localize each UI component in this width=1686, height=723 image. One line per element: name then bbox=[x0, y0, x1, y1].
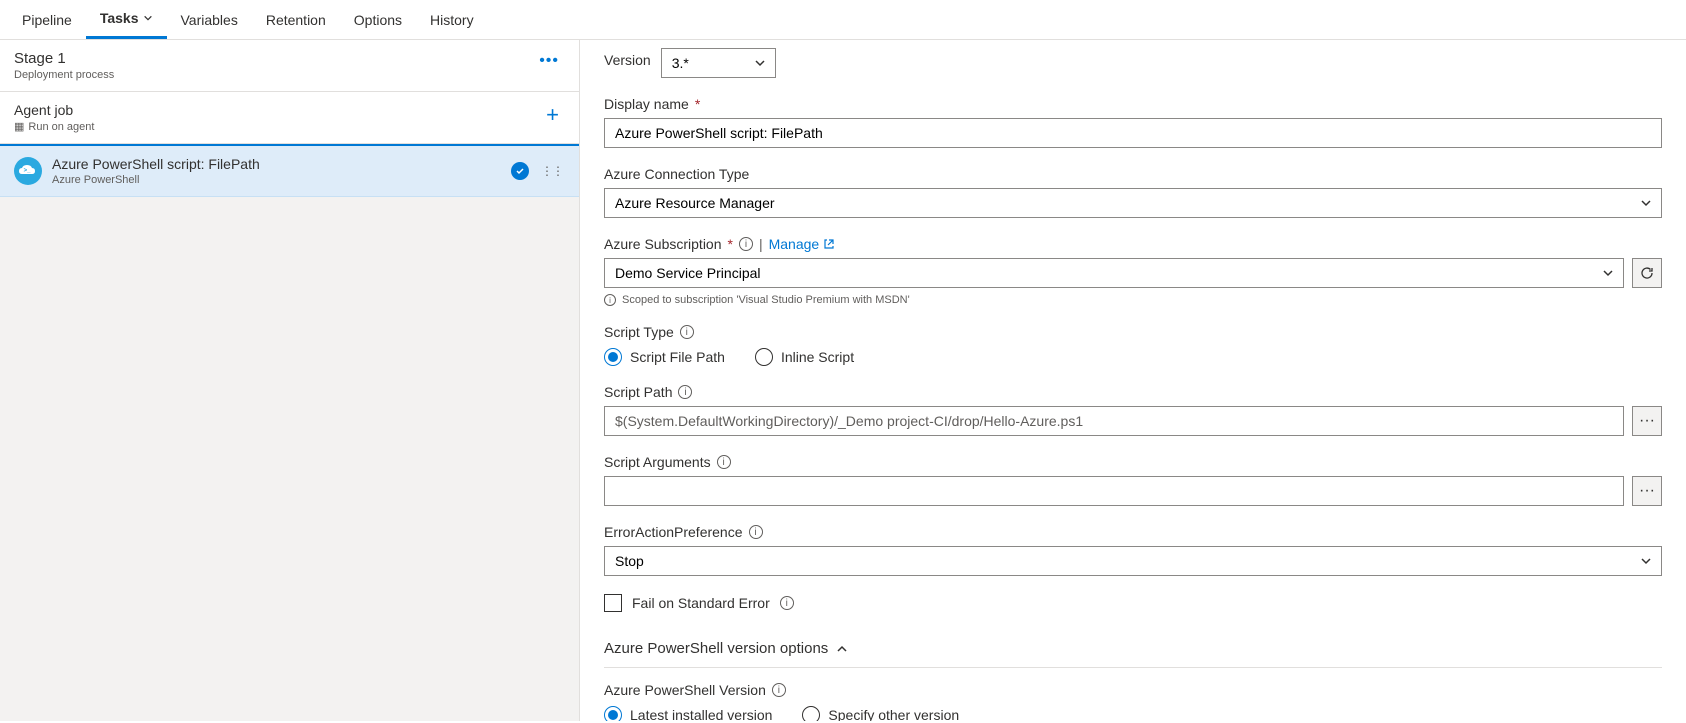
script-type-label: Script Type bbox=[604, 324, 674, 340]
task-subtitle: Azure PowerShell bbox=[52, 174, 501, 186]
error-pref-select[interactable]: Stop bbox=[604, 546, 1662, 576]
radio-label: Script File Path bbox=[630, 349, 725, 365]
fail-stderr-checkbox[interactable]: Fail on Standard Error i bbox=[604, 594, 1662, 612]
browse-button[interactable]: ··· bbox=[1632, 476, 1662, 506]
drag-handle-icon[interactable]: ⋮⋮ bbox=[539, 164, 565, 178]
radio-inline-script[interactable]: Inline Script bbox=[755, 348, 854, 366]
script-path-label: Script Path bbox=[604, 384, 672, 400]
section-toggle[interactable]: Azure PowerShell version options bbox=[604, 630, 1662, 668]
agent-icon: ▦ bbox=[14, 120, 24, 133]
task-status-ok-icon bbox=[511, 162, 529, 180]
subscription-select[interactable]: Demo Service Principal bbox=[604, 258, 1624, 288]
info-icon[interactable]: i bbox=[717, 455, 731, 469]
display-name-label: Display name bbox=[604, 96, 689, 112]
info-icon: i bbox=[604, 294, 616, 306]
display-name-input[interactable] bbox=[604, 118, 1662, 148]
info-icon[interactable]: i bbox=[780, 596, 794, 610]
conn-type-select[interactable]: Azure Resource Manager bbox=[604, 188, 1662, 218]
radio-script-file-path[interactable]: Script File Path bbox=[604, 348, 725, 366]
radio-label: Inline Script bbox=[781, 349, 854, 365]
stage-title: Stage 1 bbox=[14, 50, 114, 67]
agent-title: Agent job bbox=[14, 102, 94, 118]
tab-retention[interactable]: Retention bbox=[252, 0, 340, 39]
info-icon[interactable]: i bbox=[749, 525, 763, 539]
checkbox-label: Fail on Standard Error bbox=[632, 595, 770, 611]
radio-label: Specify other version bbox=[828, 707, 959, 721]
error-pref-label: ErrorActionPreference bbox=[604, 524, 743, 540]
chevron-down-icon bbox=[143, 13, 153, 23]
version-label: Version bbox=[604, 52, 651, 68]
radio-label: Latest installed version bbox=[630, 707, 772, 721]
section-title: Azure PowerShell version options bbox=[604, 640, 828, 657]
info-icon[interactable]: i bbox=[678, 385, 692, 399]
external-link-icon bbox=[823, 238, 835, 250]
chevron-up-icon bbox=[836, 643, 848, 655]
add-task-button[interactable]: + bbox=[540, 102, 565, 128]
script-args-input[interactable] bbox=[604, 476, 1624, 506]
info-icon[interactable]: i bbox=[680, 325, 694, 339]
required-icon: * bbox=[728, 236, 733, 252]
radio-specify-version[interactable]: Specify other version bbox=[802, 706, 959, 721]
required-icon: * bbox=[695, 96, 700, 112]
browse-button[interactable]: ··· bbox=[1632, 406, 1662, 436]
agent-job-row[interactable]: Agent job ▦ Run on agent + bbox=[0, 92, 579, 144]
script-path-input[interactable] bbox=[604, 406, 1624, 436]
tab-variables[interactable]: Variables bbox=[167, 0, 252, 39]
separator: | bbox=[759, 236, 763, 252]
script-args-label: Script Arguments bbox=[604, 454, 711, 470]
tab-tasks[interactable]: Tasks bbox=[86, 0, 167, 39]
ps-version-label: Azure PowerShell Version bbox=[604, 682, 766, 698]
task-row-selected[interactable]: >_ Azure PowerShell script: FilePath Azu… bbox=[0, 144, 579, 197]
radio-latest-version[interactable]: Latest installed version bbox=[604, 706, 772, 721]
subscription-label: Azure Subscription bbox=[604, 236, 722, 252]
tab-tasks-label: Tasks bbox=[100, 10, 139, 26]
info-icon[interactable]: i bbox=[772, 683, 786, 697]
powershell-cloud-icon: >_ bbox=[14, 157, 42, 185]
version-select[interactable]: 3.* bbox=[661, 48, 776, 78]
conn-type-label: Azure Connection Type bbox=[604, 166, 749, 182]
stage-menu-button[interactable]: ••• bbox=[533, 50, 565, 72]
scope-note: Scoped to subscription 'Visual Studio Pr… bbox=[622, 294, 910, 306]
manage-link[interactable]: Manage bbox=[769, 236, 836, 252]
agent-subtitle: Run on agent bbox=[28, 121, 94, 133]
task-title: Azure PowerShell script: FilePath bbox=[52, 156, 501, 172]
nav-tabs: Pipeline Tasks Variables Retention Optio… bbox=[0, 0, 1686, 40]
svg-text:>_: >_ bbox=[24, 168, 32, 174]
refresh-icon bbox=[1640, 266, 1654, 280]
refresh-button[interactable] bbox=[1632, 258, 1662, 288]
tab-history[interactable]: History bbox=[416, 0, 488, 39]
tab-pipeline[interactable]: Pipeline bbox=[8, 0, 86, 39]
stage-subtitle: Deployment process bbox=[14, 69, 114, 81]
left-panel: Stage 1 Deployment process ••• Agent job… bbox=[0, 40, 580, 721]
manage-link-label: Manage bbox=[769, 236, 820, 252]
tab-options[interactable]: Options bbox=[340, 0, 416, 39]
stage-header[interactable]: Stage 1 Deployment process ••• bbox=[0, 40, 579, 92]
info-icon[interactable]: i bbox=[739, 237, 753, 251]
right-panel: Version 3.* Display name * Azure Connect… bbox=[580, 40, 1686, 721]
